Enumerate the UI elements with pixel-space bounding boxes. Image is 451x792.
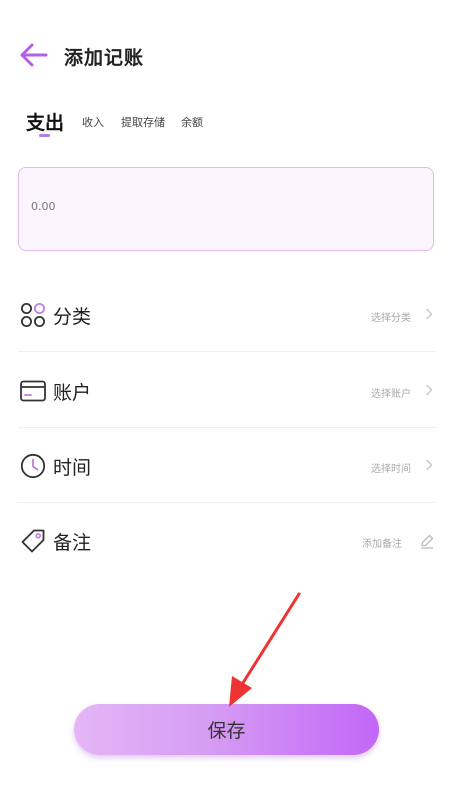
active-tab-indicator	[39, 134, 50, 137]
card-icon	[20, 380, 46, 402]
note-row[interactable]: 备注 添加备注	[18, 504, 435, 578]
save-button[interactable]: 保存	[74, 704, 379, 755]
divider	[18, 427, 435, 428]
page-title: 添加记账	[64, 47, 145, 69]
account-label: 账户	[53, 382, 92, 404]
pencil-icon[interactable]	[419, 533, 435, 549]
amount-box[interactable]	[18, 167, 434, 251]
time-row[interactable]: 时间 选择时间	[18, 429, 435, 503]
account-row[interactable]: 账户 选择账户	[18, 354, 435, 428]
chevron-right-icon	[426, 384, 433, 396]
category-label: 分类	[53, 306, 92, 328]
divider	[18, 351, 435, 352]
time-hint: 选择时间	[371, 464, 411, 475]
tab-balance[interactable]: 余额	[181, 114, 203, 130]
tab-income[interactable]: 收入	[82, 114, 104, 130]
note-hint: 添加备注	[362, 539, 402, 550]
time-label: 时间	[53, 457, 92, 479]
clock-icon	[20, 453, 46, 479]
category-hint: 选择分类	[371, 313, 411, 324]
header: 添加记账	[0, 0, 451, 110]
tag-icon	[21, 529, 45, 553]
back-button[interactable]	[18, 42, 48, 68]
divider	[18, 502, 435, 503]
category-icon	[21, 303, 45, 327]
category-row[interactable]: 分类 选择分类	[18, 278, 435, 352]
note-label: 备注	[53, 532, 92, 554]
arrow-left-icon	[20, 43, 48, 67]
amount-input[interactable]	[31, 200, 331, 213]
account-hint: 选择账户	[371, 389, 411, 400]
tab-expense[interactable]: 支出	[26, 108, 64, 135]
chevron-right-icon	[426, 459, 433, 471]
chevron-right-icon	[426, 308, 433, 320]
tab-withdraw-deposit[interactable]: 提取存储	[121, 114, 165, 130]
